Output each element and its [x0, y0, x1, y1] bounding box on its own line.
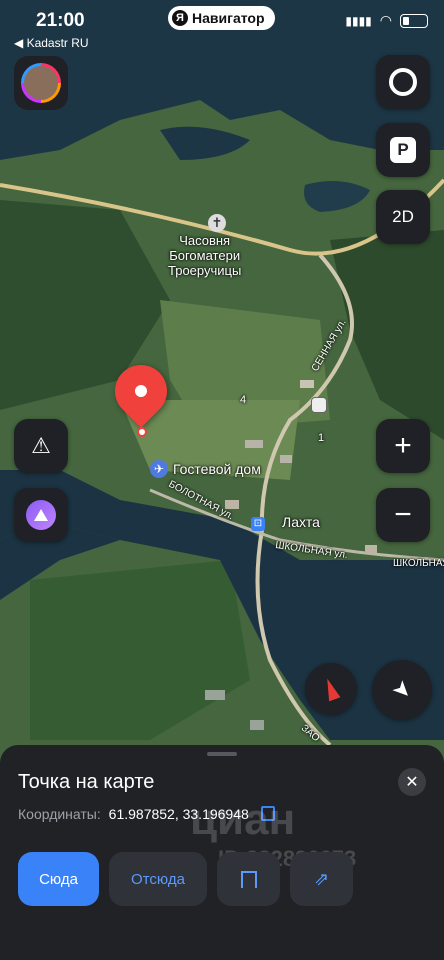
lakhta-label[interactable]: Лахта: [282, 514, 320, 530]
cian-watermark: циан: [190, 795, 296, 844]
share-button[interactable]: ⇗: [290, 852, 353, 906]
trash-icon: [311, 397, 327, 413]
bus-stop-icon: ⊡: [251, 517, 265, 531]
status-bar: 21:00 ◀ Kadastr RU Я Навигатор ▮▮▮▮ ◠: [0, 0, 444, 56]
close-icon: ✕: [405, 774, 419, 791]
compass-icon: [321, 676, 341, 702]
sheet-title: Точка на карте: [18, 771, 155, 793]
signal-icon: ▮▮▮▮: [345, 13, 372, 28]
zoom-in-button[interactable]: +: [376, 419, 430, 473]
status-time: 21:00: [36, 10, 85, 31]
alice-icon: [26, 500, 56, 530]
shkolnaya-street-label-2: ШКОЛЬНАЯ: [393, 558, 444, 569]
house-number-1: 1: [318, 432, 325, 444]
route-here-button[interactable]: Сюда: [18, 852, 99, 906]
avatar-ring: [21, 63, 61, 103]
back-to-app-link[interactable]: ◀ Kadastr RU: [14, 36, 89, 50]
warning-icon: ⚠: [31, 433, 51, 458]
navigation-arrow-icon: ➤: [386, 674, 418, 706]
system-icons: ▮▮▮▮ ◠: [345, 12, 428, 29]
my-location-button[interactable]: ➤: [372, 660, 432, 720]
pin-dot: [132, 382, 150, 400]
wifi-icon: ◠: [379, 12, 392, 28]
bookmark-button[interactable]: [217, 852, 280, 906]
battery-icon: [400, 13, 428, 28]
report-incident-button[interactable]: ⚠: [14, 419, 68, 473]
coordinates-label: Координаты:: [18, 806, 101, 822]
route-from-button[interactable]: Отсюда: [109, 852, 207, 906]
close-button[interactable]: ✕: [398, 768, 426, 796]
yandex-logo-icon: Я: [172, 10, 188, 26]
pin-anchor-dot: [137, 427, 147, 437]
point-info-sheet[interactable]: Точка на карте ✕ Координаты: 61.987852, …: [0, 745, 444, 960]
layers-button[interactable]: [376, 55, 430, 109]
parking-button[interactable]: P: [376, 123, 430, 177]
house-number-4: 4: [240, 394, 247, 406]
share-icon: ⇗: [313, 868, 330, 889]
guest-house-icon: ✈: [150, 460, 168, 478]
parking-icon: P: [390, 137, 416, 163]
bookmark-icon: [240, 870, 257, 888]
alice-assistant-button[interactable]: [14, 488, 68, 542]
view-mode-button[interactable]: 2D: [376, 190, 430, 244]
app-name: Навигатор: [192, 10, 265, 26]
chapel-icon: ✝: [208, 214, 226, 232]
sheet-grabber[interactable]: [207, 752, 237, 756]
circle-icon: [389, 68, 417, 96]
avatar: [24, 66, 58, 100]
zoom-out-button[interactable]: −: [376, 488, 430, 542]
compass-button[interactable]: [305, 663, 357, 715]
chapel-label[interactable]: Часовня Богоматери Троеручицы: [168, 233, 241, 278]
profile-avatar-button[interactable]: [14, 56, 68, 110]
guest-house-label[interactable]: Гостевой дом: [173, 461, 261, 477]
app-pill[interactable]: Я Навигатор: [168, 6, 275, 30]
